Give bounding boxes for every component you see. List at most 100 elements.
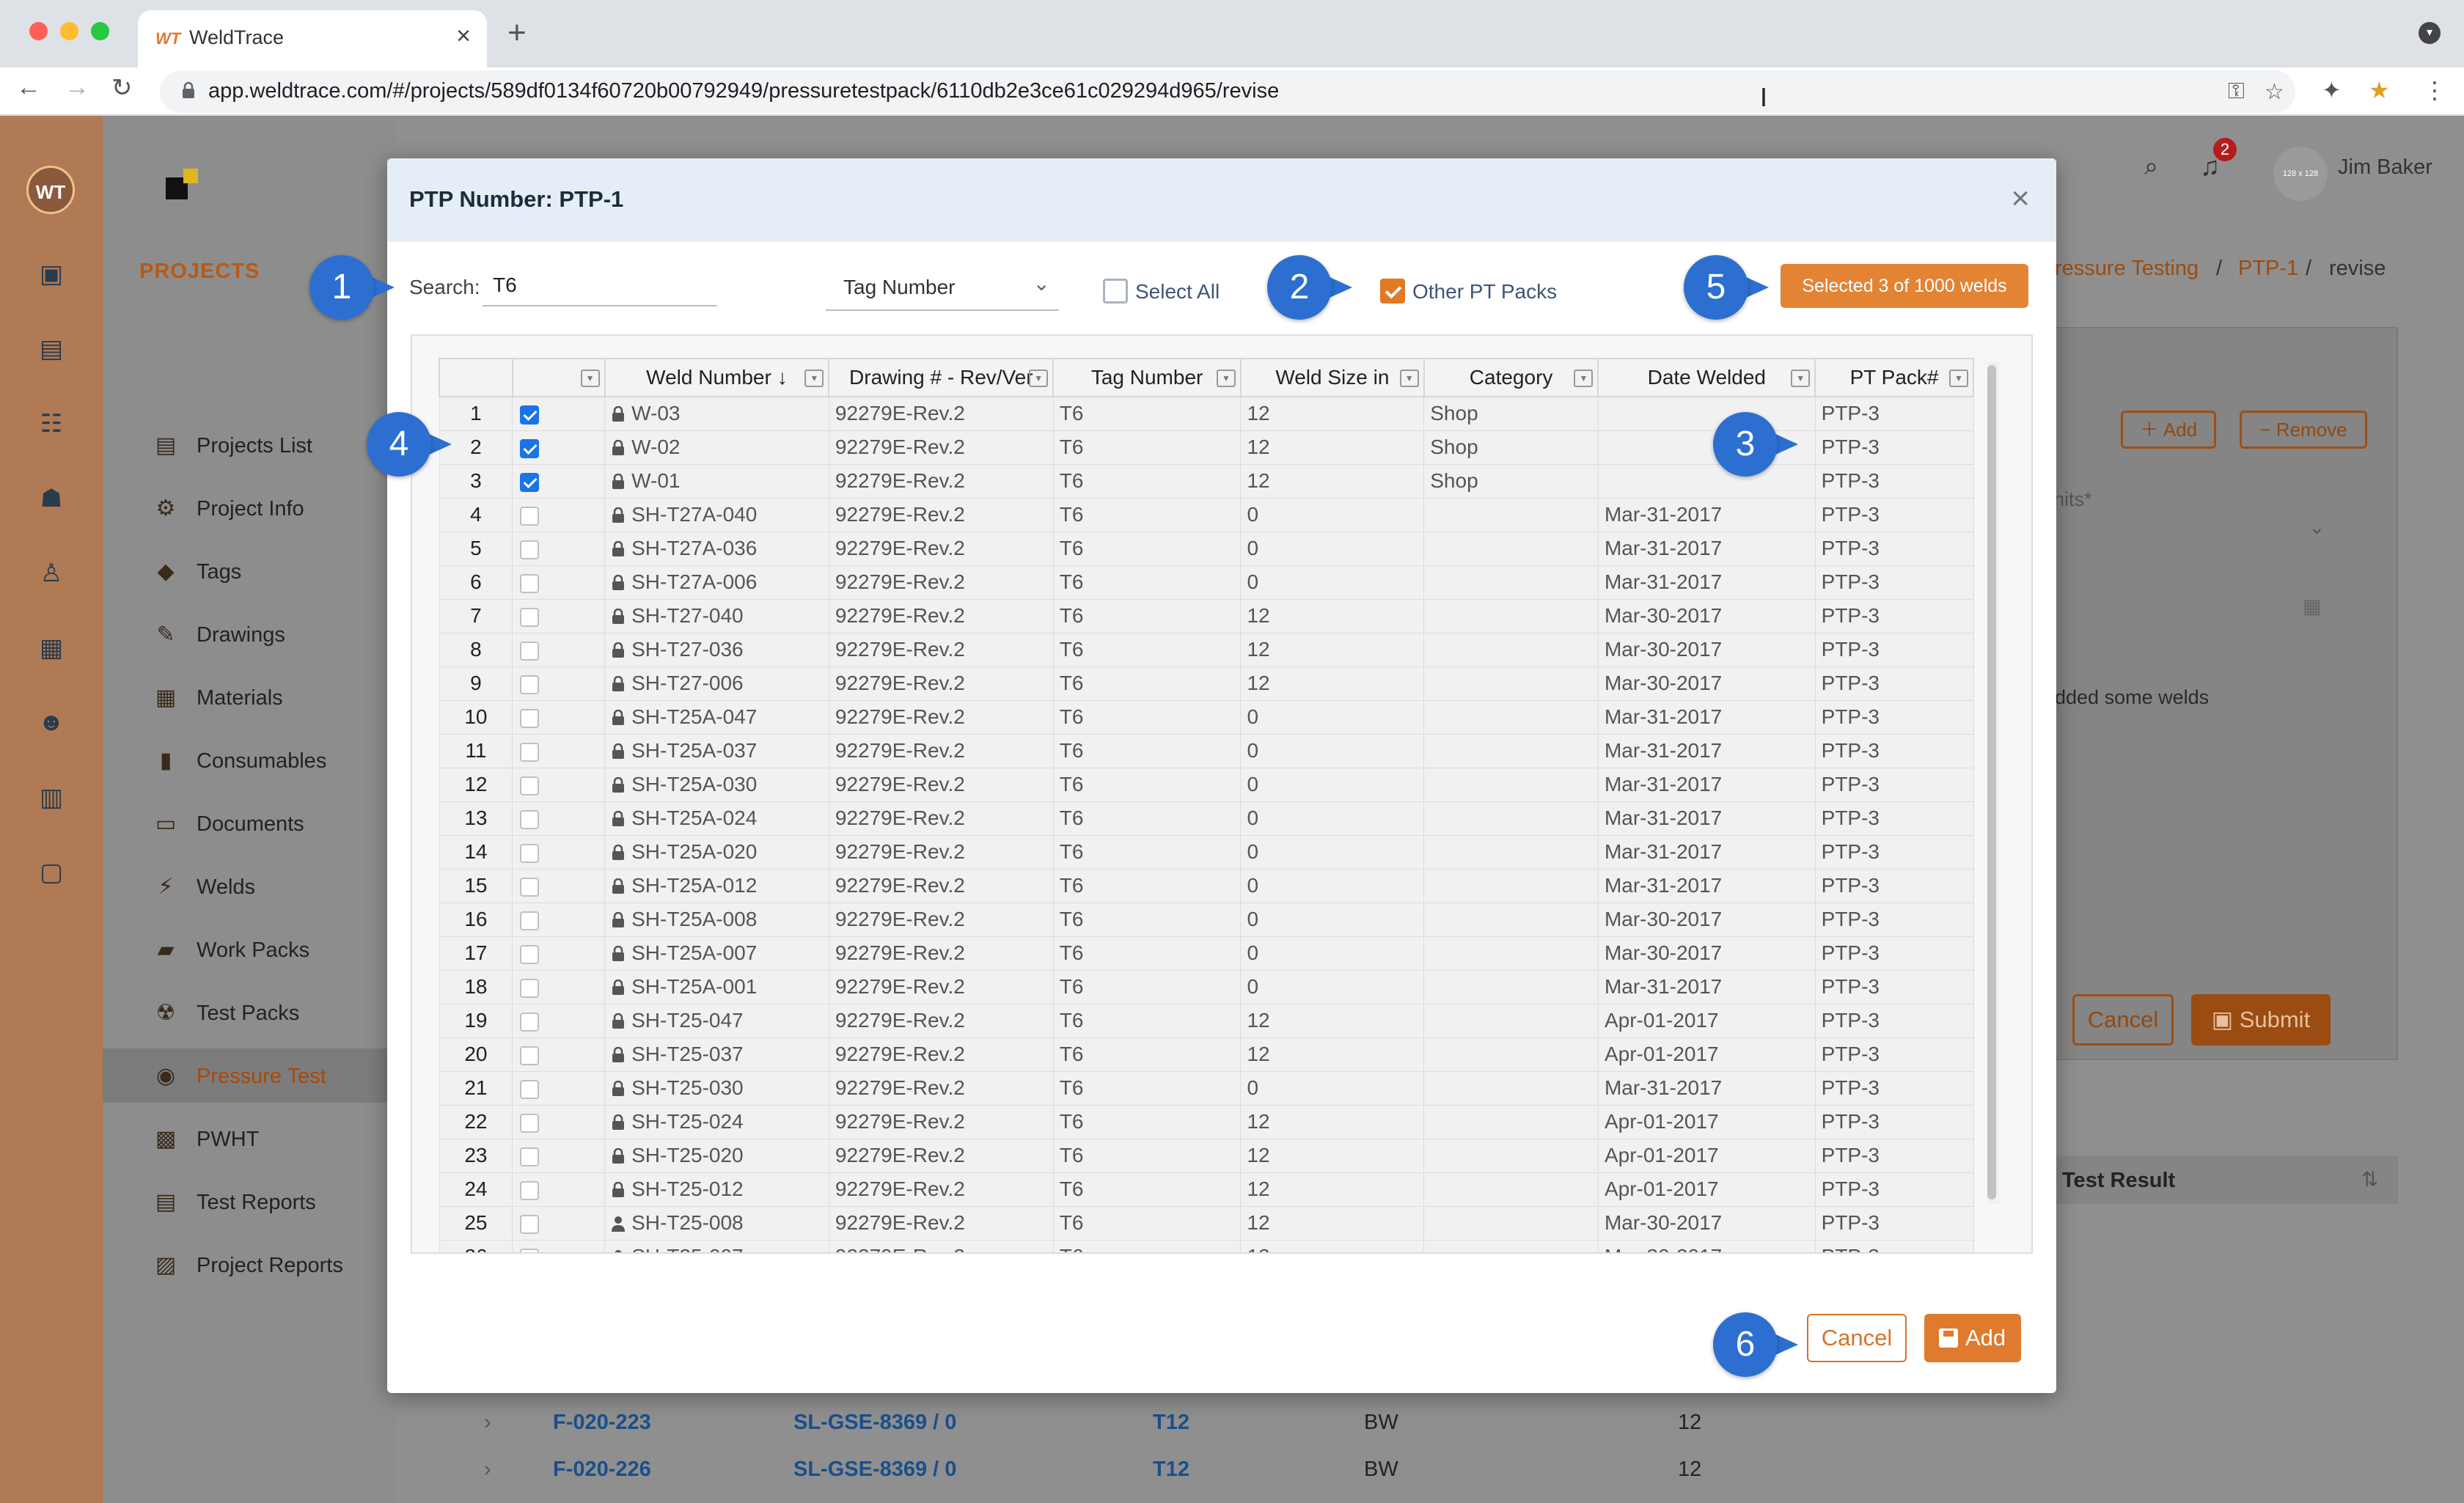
dashboard-monitor-icon[interactable]: ▣ — [34, 260, 69, 295]
reload-icon[interactable]: ↻ — [111, 73, 133, 103]
sidebar-item-test-reports[interactable]: ▤ Test Reports — [103, 1175, 396, 1229]
user-avatar[interactable]: 128 x 128 — [2273, 147, 2328, 201]
toolbox-icon[interactable]: ▦ — [34, 633, 69, 669]
row-select-checkbox[interactable] — [520, 675, 540, 694]
row-select-checkbox[interactable] — [520, 911, 540, 930]
row-select-checkbox[interactable] — [520, 1214, 540, 1234]
sidebar-item-documents[interactable]: ▭ Documents — [103, 796, 396, 850]
sidebar-item-welds[interactable]: ⚡ Welds — [103, 859, 396, 914]
extensions-puzzle-icon[interactable]: ✦ — [2322, 76, 2342, 104]
row-select-checkbox[interactable] — [520, 405, 540, 425]
weld-row[interactable]: 23 SH-T25-020 92279E-Rev.2 T6 12 Apr-01-2017 P… — [439, 1138, 1974, 1173]
sidebar-item-drawings[interactable]: ✎ Drawings — [103, 607, 396, 661]
profile-extension-icon[interactable]: ★ — [2369, 76, 2390, 104]
tab-close-icon[interactable]: × — [456, 22, 471, 51]
browser-menu-icon[interactable]: ⋮ — [2423, 76, 2446, 104]
weld-row[interactable]: 14 SH-T25A-020 92279E-Rev.2 T6 0 Mar-31-2017 P… — [439, 834, 1974, 870]
password-key-icon[interactable]: ⚿ — [2228, 79, 2245, 104]
column-filter-icon[interactable]: ▼ — [1029, 370, 1049, 387]
row-select-checkbox[interactable] — [520, 540, 540, 559]
row-select-checkbox[interactable] — [520, 1248, 540, 1252]
weld-row[interactable]: 18 SH-T25A-001 92279E-Rev.2 T6 0 Mar-31-2017 P… — [439, 969, 1974, 1004]
weld-row[interactable]: 10 SH-T25A-047 92279E-Rev.2 T6 0 Mar-31-2017 P… — [439, 699, 1974, 735]
row-select-checkbox[interactable] — [520, 641, 540, 661]
row-select-checkbox[interactable] — [520, 776, 540, 795]
select-all-checkbox[interactable] — [1103, 279, 1128, 304]
weld-row[interactable]: 12 SH-T25A-030 92279E-Rev.2 T6 0 Mar-31-2017 P… — [439, 767, 1974, 802]
bookmark-star-icon[interactable]: ☆ — [2265, 79, 2284, 105]
column-header-tag-number[interactable]: Tag Number ▼ — [1052, 358, 1242, 397]
other-pt-packs-checkbox[interactable] — [1380, 279, 1405, 304]
column-filter-icon[interactable]: ▼ — [580, 370, 600, 387]
minimize-window-button[interactable] — [60, 22, 78, 40]
sidebar-item-tags[interactable]: ◆ Tags — [103, 544, 396, 598]
weld-row[interactable]: 24 SH-T25-012 92279E-Rev.2 T6 12 Apr-01-2017 P… — [439, 1172, 1974, 1207]
row-select-checkbox[interactable] — [520, 1079, 540, 1099]
weld-row[interactable]: 9 SH-T27-006 92279E-Rev.2 T6 12 Mar-30-2017 PT… — [439, 666, 1974, 701]
row-select-checkbox[interactable] — [520, 708, 540, 728]
welder-icon[interactable]: ☗ — [34, 484, 69, 519]
weld-row[interactable]: 16 SH-T25A-008 92279E-Rev.2 T6 0 Mar-30-2017 P… — [439, 902, 1974, 937]
weld-row[interactable]: 15 SH-T25A-012 92279E-Rev.2 T6 0 Mar-31-2017 P… — [439, 868, 1974, 903]
row-select-checkbox[interactable] — [520, 472, 540, 492]
search-input[interactable] — [483, 265, 717, 306]
weld-row[interactable]: 25 SH-T25-008 92279E-Rev.2 T6 12 Mar-30-2017 P… — [439, 1205, 1974, 1241]
close-window-button[interactable] — [29, 22, 48, 40]
modal-add-button[interactable]: Add — [1924, 1314, 2021, 1362]
weld-row[interactable]: 13 SH-T25A-024 92279E-Rev.2 T6 0 Mar-31-2017 P… — [439, 801, 1974, 836]
column-header-weld-number[interactable]: Weld Number ↓ ▼ — [604, 358, 830, 397]
row-select-checkbox[interactable] — [520, 573, 540, 593]
report-clock-icon[interactable]: ▥ — [34, 783, 69, 818]
row-select-checkbox[interactable] — [520, 1147, 540, 1166]
row-select-checkbox[interactable] — [520, 1012, 540, 1032]
browser-tab[interactable]: WT WeldTrace × — [138, 10, 487, 67]
column-filter-icon[interactable]: ▼ — [804, 370, 824, 387]
sidebar-item-pwht[interactable]: ▩ PWHT — [103, 1111, 396, 1166]
row-select-checkbox[interactable] — [520, 1113, 540, 1133]
folder-settings-icon[interactable]: ▤ — [34, 334, 69, 370]
row-select-checkbox[interactable] — [520, 843, 540, 863]
weld-row[interactable]: 8 SH-T27-036 92279E-Rev.2 T6 12 Mar-30-2017 PT… — [439, 632, 1974, 667]
weld-row[interactable]: 26 SH-T25-007 92279E-Rev.2T612 Mar-30-2017P… — [439, 1239, 1974, 1252]
column-filter-icon[interactable]: ▼ — [1949, 370, 1968, 387]
breadcrumb-ptp[interactable]: PTP-1 — [2238, 257, 2298, 281]
column-header-weld-size-in[interactable]: Weld Size in ▼ — [1239, 358, 1425, 397]
org-chart-icon[interactable]: ♙ — [34, 559, 69, 594]
column-header-pt-pack[interactable]: PT Pack# ▼ — [1814, 358, 1974, 397]
tab-search-icon[interactable]: ▾ — [2419, 22, 2441, 44]
column-header-drawing-rev-ver[interactable]: Drawing # - Rev/Ver ▼ — [828, 358, 1055, 397]
address-bar[interactable]: app.weldtrace.com/#/projects/589df0134f6… — [160, 70, 2295, 113]
weld-row[interactable]: 19 SH-T25-047 92279E-Rev.2 T6 12 Apr-01-2017 P… — [439, 1003, 1974, 1038]
sidebar-item-test-packs[interactable]: ☢ Test Packs — [103, 985, 396, 1040]
weldtrace-logo-icon[interactable]: WT — [26, 166, 75, 214]
column-filter-icon[interactable]: ▼ — [1791, 370, 1811, 387]
row-select-checkbox[interactable] — [520, 978, 540, 998]
sidebar-item-pressure-test[interactable]: ◉ Pressure Test — [103, 1048, 396, 1103]
row-select-checkbox[interactable] — [520, 506, 540, 526]
weld-row[interactable]: 6 SH-T27A-006 92279E-Rev.2 T6 0 Mar-31-2017 PT… — [439, 565, 1974, 600]
sidebar-item-work-packs[interactable]: ▰ Work Packs — [103, 922, 396, 977]
row-select-checkbox[interactable] — [520, 742, 540, 762]
row-select-checkbox[interactable] — [520, 1046, 540, 1065]
new-tab-icon[interactable]: + — [507, 15, 527, 51]
column-filter-icon[interactable]: ▼ — [1574, 370, 1594, 387]
weld-row[interactable]: 11 SH-T25A-037 92279E-Rev.2 T6 0 Mar-31-2017 P… — [439, 733, 1974, 768]
breadcrumb-pressure-testing[interactable]: ressure Testing — [2055, 257, 2199, 281]
row-select-checkbox[interactable] — [520, 607, 540, 627]
search-field-select[interactable]: Tag Number ⌄ — [826, 268, 1059, 311]
weld-row[interactable]: 7 SH-T27-040 92279E-Rev.2 T6 12 Mar-30-2017 PT… — [439, 598, 1974, 633]
weld-row[interactable]: 22 SH-T25-024 92279E-Rev.2 T6 12 Apr-01-2017 P… — [439, 1104, 1974, 1139]
weld-row[interactable]: 5 SH-T27A-036 92279E-Rev.2 T6 0 Mar-31-2017 PT… — [439, 531, 1974, 566]
weld-row[interactable]: 21 SH-T25-030 92279E-Rev.2 T6 0 Mar-31-2017 PT… — [439, 1070, 1974, 1106]
back-icon[interactable]: ← — [16, 73, 41, 102]
modal-cancel-button[interactable]: Cancel — [1807, 1314, 1907, 1362]
badge-icon[interactable]: ▢ — [34, 858, 69, 893]
grid-scrollbar-thumb[interactable] — [1987, 365, 1996, 1199]
zoom-window-button[interactable] — [91, 22, 109, 40]
sidebar-item-consumables[interactable]: ▮ Consumables — [103, 733, 396, 787]
sidebar-item-materials[interactable]: ▦ Materials — [103, 670, 396, 724]
row-select-checkbox[interactable] — [520, 438, 540, 458]
header-search-icon[interactable]: ⌕ — [2144, 152, 2158, 181]
row-select-checkbox[interactable] — [520, 944, 540, 964]
grid-scrollbar[interactable] — [1987, 362, 1999, 1204]
